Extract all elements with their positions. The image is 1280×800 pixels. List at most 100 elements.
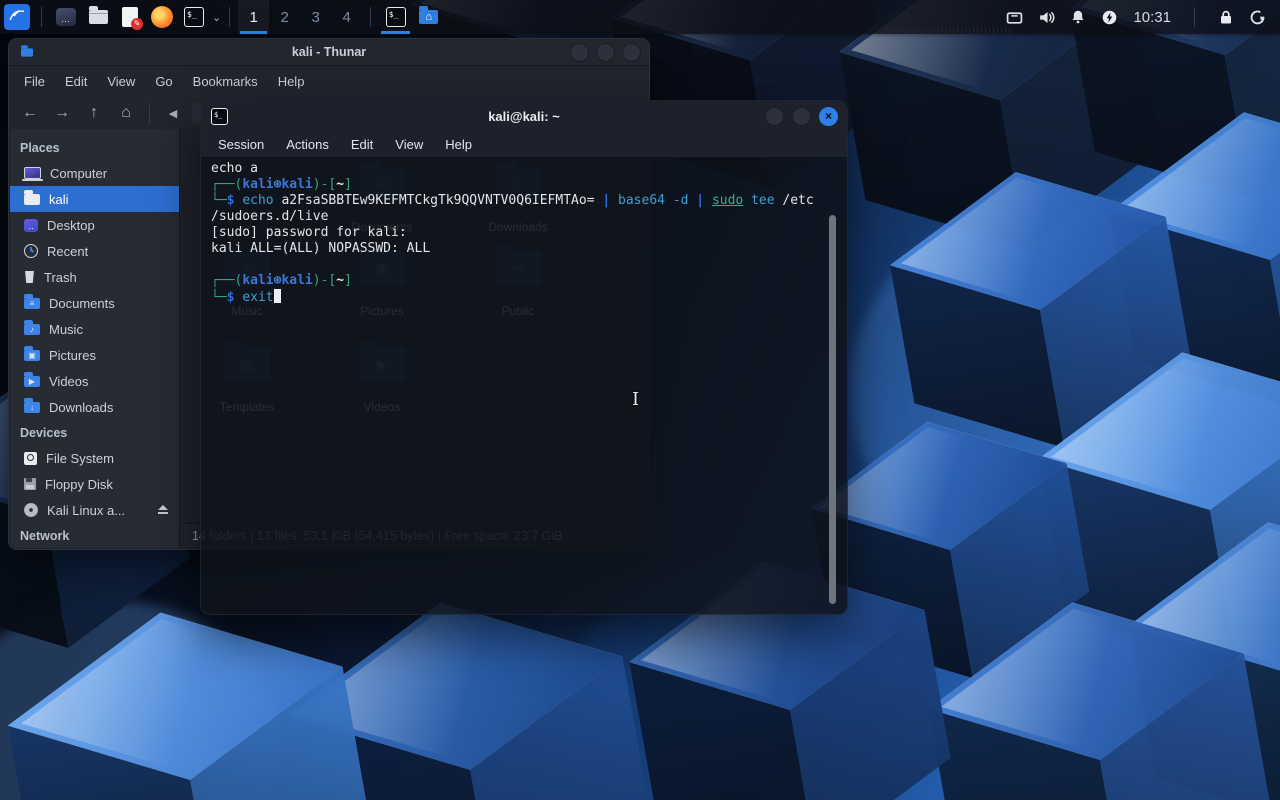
terminal-line <box>211 257 823 273</box>
panel-separator <box>370 7 371 27</box>
panel-separator <box>41 7 42 27</box>
workspace-2[interactable]: 2 <box>269 0 300 34</box>
sidebar-item-kali-linux-a[interactable]: Kali Linux a... <box>10 497 179 523</box>
minimize-button[interactable] <box>570 43 589 62</box>
sidebar-item-music[interactable]: ♪Music <box>10 316 179 342</box>
terminal-titlebar[interactable]: $_ kali@kali: ~ × <box>201 101 847 132</box>
folder-icon: ▶ <box>24 376 40 387</box>
launcher-file-manager[interactable] <box>85 4 111 30</box>
terminal-menu-view[interactable]: View <box>386 134 432 155</box>
close-button[interactable]: × <box>819 107 838 126</box>
sidebar-item-label: Desktop <box>47 218 95 233</box>
forward-button[interactable]: → <box>49 100 75 126</box>
panel-separator <box>1194 7 1195 27</box>
terminal-window: $_ kali@kali: ~ × SessionActionsEditView… <box>200 100 848 615</box>
thunar-menubar: FileEditViewGoBookmarksHelp <box>9 65 649 96</box>
sidebar-item-floppy-disk[interactable]: Floppy Disk <box>10 471 179 497</box>
lock-icon[interactable] <box>1218 9 1234 25</box>
workspace-4[interactable]: 4 <box>331 0 362 34</box>
desktop-icon: ‥ <box>24 219 38 232</box>
launcher-window-app[interactable]: ⋯ <box>53 4 79 30</box>
sidebar-item-label: Videos <box>49 374 89 389</box>
sidebar-item-computer[interactable]: Computer <box>10 160 179 186</box>
terminal-line: /sudoers.d/live <box>211 209 823 225</box>
applications-menu-button[interactable] <box>4 4 30 30</box>
eject-icon[interactable] <box>157 505 169 515</box>
maximize-button[interactable] <box>596 43 615 62</box>
taskbar: $_ ⌂ <box>379 0 445 34</box>
back-button[interactable]: ← <box>17 100 43 126</box>
thunar-menu-help[interactable]: Help <box>269 71 314 92</box>
terminal-line: kali ALL=(ALL) NOPASSWD: ALL <box>211 241 823 257</box>
devices-header: Devices <box>10 420 179 445</box>
sidebar-item-desktop[interactable]: ‥ Desktop <box>10 212 179 238</box>
terminal-screen[interactable]: echo a┌──(kali⊛kali)-[~]└─$ echo a2FsaSB… <box>201 157 847 614</box>
launcher-terminal[interactable]: $_ <box>181 4 207 30</box>
document-icon: ✎ <box>122 7 138 27</box>
taskbar-thunar-window[interactable]: ⌂ <box>412 0 445 34</box>
network-icon[interactable] <box>1006 9 1023 26</box>
thunar-sidebar: Places Computerkali ‥ Desktop Recent Trash ≡D… <box>10 129 179 548</box>
sidebar-item-kali[interactable]: kali <box>10 186 179 212</box>
toolbar-separator <box>149 102 150 124</box>
sidebar-item-pictures[interactable]: ▣ Pictures <box>10 342 179 368</box>
launcher-text-editor[interactable]: ✎ <box>117 4 143 30</box>
chevron-down-icon[interactable]: ⌄ <box>212 11 221 24</box>
power-indicator-icon[interactable] <box>1101 9 1118 26</box>
home-button[interactable]: ⌂ <box>113 100 139 126</box>
workspace-3[interactable]: 3 <box>300 0 331 34</box>
logout-icon[interactable] <box>1249 9 1266 26</box>
taskbar-terminal-window[interactable]: $_ <box>379 0 412 34</box>
sidebar-item-label: Downloads <box>49 400 113 415</box>
panel-separator <box>229 7 230 27</box>
sidebar-item-trash[interactable]: Trash <box>10 264 179 290</box>
terminal-line: echo a <box>211 161 823 177</box>
sidebar-item-label: Kali Linux a... <box>47 503 125 518</box>
terminal-menu-actions[interactable]: Actions <box>277 134 338 155</box>
computer-icon <box>24 167 41 179</box>
sidebar-item-file-system[interactable]: File System <box>10 445 179 471</box>
close-button[interactable] <box>622 43 641 62</box>
sidebar-item-label: Pictures <box>49 348 96 363</box>
thunar-menu-edit[interactable]: Edit <box>56 71 96 92</box>
trash-icon <box>24 271 35 283</box>
folder-icon: ♪ <box>24 324 40 335</box>
devices-list: File SystemFloppy Disk Kali Linux a... <box>10 445 179 523</box>
workspace-switcher: 1234 <box>238 0 362 34</box>
workspace-1[interactable]: 1 <box>238 0 269 34</box>
folder-icon: ▣ <box>24 350 40 361</box>
thunar-menu-file[interactable]: File <box>15 71 54 92</box>
sidebar-item-documents[interactable]: ≡Documents <box>10 290 179 316</box>
thunar-menu-view[interactable]: View <box>98 71 144 92</box>
terminal-menu-help[interactable]: Help <box>436 134 481 155</box>
thunar-titlebar[interactable]: kali - Thunar <box>9 39 649 65</box>
places-header: Places <box>10 135 179 160</box>
sidebar-item-downloads[interactable]: ↓Downloads <box>10 394 179 420</box>
minimize-button[interactable] <box>765 107 784 126</box>
terminal-line: ┌──(kali⊛kali)-[~] <box>211 177 823 193</box>
top-panel: ⋯ ✎ $_ ⌄ 1234 $_ ⌂ 10:31 <box>0 0 1280 34</box>
sidebar-item-recent[interactable]: Recent <box>10 238 179 264</box>
kali-logo-icon <box>7 5 27 30</box>
cdrom-icon <box>24 503 38 517</box>
terminal-icon: $_ <box>184 7 204 27</box>
terminal-line: └─$ exit <box>211 289 823 306</box>
terminal-menu-session[interactable]: Session <box>209 134 273 155</box>
terminal-scrollbar[interactable] <box>829 215 836 604</box>
launcher-firefox[interactable] <box>149 4 175 30</box>
terminal-line: [sudo] password for kali: <box>211 225 823 241</box>
path-scroll-left-button[interactable]: ◀ <box>160 100 186 126</box>
thunar-menu-bookmarks[interactable]: Bookmarks <box>184 71 267 92</box>
thunar-menu-go[interactable]: Go <box>146 71 181 92</box>
up-button[interactable]: ↑ <box>81 100 107 126</box>
sidebar-item-videos[interactable]: ▶ Videos <box>10 368 179 394</box>
sidebar-item-label: Trash <box>44 270 77 285</box>
volume-icon[interactable] <box>1038 9 1055 26</box>
clock[interactable]: 10:31 <box>1133 9 1171 26</box>
terminal-menu-edit[interactable]: Edit <box>342 134 382 155</box>
terminal-menubar: SessionActionsEditViewHelp <box>201 132 847 158</box>
notifications-bell-icon[interactable] <box>1070 9 1086 25</box>
maximize-button[interactable] <box>792 107 811 126</box>
terminal-output: echo a┌──(kali⊛kali)-[~]└─$ echo a2FsaSB… <box>211 161 823 306</box>
places-list: Computerkali ‥ Desktop Recent Trash ≡Document… <box>10 160 179 420</box>
